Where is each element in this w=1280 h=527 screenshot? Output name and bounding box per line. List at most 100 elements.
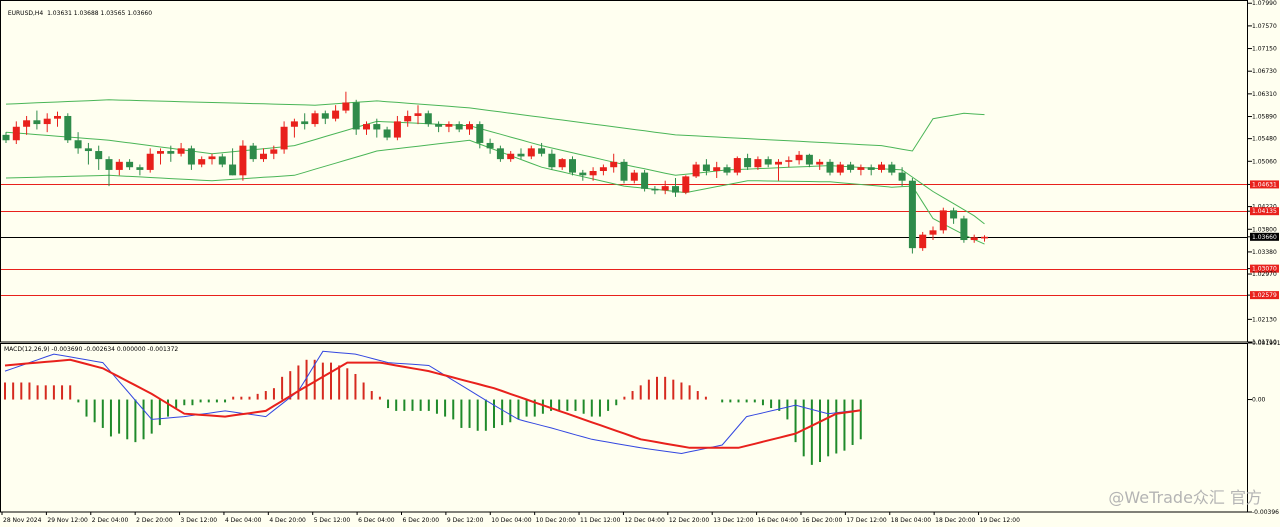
y-tick-label-17: 1.02130 — [1252, 316, 1277, 323]
candle-body-24 — [249, 145, 257, 160]
candle-body-12 — [126, 161, 134, 168]
candle-body-74 — [764, 159, 772, 165]
candle-body-58 — [599, 167, 607, 171]
candle-body-10 — [105, 159, 113, 170]
candle-body-95 — [981, 236, 988, 239]
x-tick-label-21: 18 Dec 20:00 — [935, 517, 976, 524]
candle-body-1 — [12, 126, 20, 141]
candle-body-33 — [342, 102, 350, 111]
candle-body-81 — [836, 164, 844, 173]
y-tick-label-12: 1.03660 — [1252, 234, 1277, 241]
candle-body-6 — [64, 115, 72, 141]
candle-body-56 — [579, 172, 587, 176]
candle-body-62 — [641, 172, 649, 189]
candle-body-53 — [548, 153, 556, 168]
candle-body-91 — [939, 210, 947, 231]
x-tick-label-17: 16 Dec 04:00 — [758, 517, 799, 524]
candle-body-63 — [651, 188, 659, 191]
candle-body-61 — [630, 172, 638, 181]
x-tick-label-8: 6 Dec 04:00 — [358, 517, 395, 524]
candle-body-88 — [908, 180, 916, 249]
candle-body-8 — [84, 148, 92, 152]
candle-body-37 — [383, 129, 391, 138]
x-tick-label-11: 10 Dec 04:00 — [491, 517, 532, 524]
symbol-header: EURUSD,H4 1.03631 1.03688 1.03565 1.0366… — [4, 3, 152, 17]
candle-body-50 — [517, 153, 525, 157]
y-tick-label-0: 1.07990 — [1252, 0, 1277, 7]
candle-body-14 — [146, 153, 154, 170]
candle-body-51 — [527, 148, 535, 157]
candle-body-89 — [919, 234, 927, 249]
y-tick-label-5: 1.05890 — [1252, 114, 1277, 121]
candle-body-7 — [74, 140, 82, 149]
x-tick-label-6: 4 Dec 20:00 — [269, 517, 306, 524]
candle-body-54 — [558, 159, 566, 168]
candle-body-19 — [198, 159, 206, 165]
candle-body-17 — [177, 148, 185, 154]
candle-body-27 — [280, 126, 288, 150]
x-tick-label-2: 2 Dec 04:00 — [92, 517, 129, 524]
candle-body-0 — [2, 134, 10, 141]
x-tick-label-13: 11 Dec 12:00 — [580, 517, 621, 524]
y-tick-label-3: 1.06730 — [1252, 68, 1277, 75]
y-tick-label-13: 1.03380 — [1252, 249, 1277, 256]
candle-body-20 — [208, 156, 216, 160]
candle-body-66 — [682, 176, 690, 193]
ohlc-values: 1.03631 1.03688 1.03565 1.03660 — [47, 10, 153, 17]
candle-body-80 — [826, 161, 834, 173]
y-tick-label-10: 1.04135 — [1252, 208, 1277, 215]
candle-body-16 — [167, 151, 175, 154]
trading-chart[interactable]: 1.07990 1.07570 1.07150 1.06730 1.06310 1.058… — [0, 0, 1280, 527]
candle-body-42 — [435, 124, 443, 127]
candle-body-44 — [455, 124, 463, 130]
x-tick-label-0: 28 Nov 2024 — [3, 517, 42, 524]
candle-body-47 — [486, 142, 494, 149]
candle-body-68 — [702, 164, 710, 171]
candle-body-31 — [321, 113, 329, 119]
candle-body-59 — [610, 161, 618, 168]
candle-body-49 — [507, 153, 515, 160]
candle-body-55 — [569, 159, 576, 173]
candle-body-34 — [352, 102, 360, 130]
x-tick-label-15: 12 Dec 20:00 — [669, 517, 710, 524]
candle-body-32 — [332, 110, 340, 119]
candle-body-90 — [929, 230, 937, 235]
x-tick-label-18: 16 Dec 20:00 — [802, 517, 843, 524]
candle-body-21 — [218, 156, 226, 165]
x-tick-label-19: 17 Dec 12:00 — [846, 517, 887, 524]
candle-body-64 — [661, 186, 669, 191]
candle-body-23 — [239, 145, 247, 176]
y-tick-label-2: 1.07150 — [1252, 46, 1277, 53]
candle-body-86 — [888, 164, 896, 173]
candle-body-71 — [733, 158, 741, 173]
candle-body-46 — [476, 124, 484, 143]
x-tick-label-4: 3 Dec 12:00 — [181, 517, 218, 524]
candle-body-30 — [311, 113, 319, 125]
candle-body-83 — [857, 167, 865, 170]
candle-body-65 — [672, 186, 679, 193]
candle-body-60 — [620, 161, 628, 181]
candle-body-48 — [496, 148, 504, 160]
candle-body-3 — [33, 120, 41, 125]
candle-body-70 — [723, 167, 731, 173]
y-tick-label-1: 1.07570 — [1252, 23, 1277, 30]
candle-body-29 — [301, 121, 309, 125]
x-tick-label-22: 19 Dec 12:00 — [980, 517, 1021, 524]
macd-y-tick-label-0: 0.001991 — [1252, 340, 1280, 347]
y-tick-label-8: 1.04631 — [1252, 181, 1277, 188]
candle-body-43 — [445, 124, 453, 127]
candle-body-78 — [805, 154, 813, 165]
candle-body-84 — [867, 167, 875, 170]
candle-body-92 — [950, 210, 958, 219]
candle-body-38 — [393, 121, 401, 138]
watermark: @WeTrade众汇 官方 — [1108, 488, 1262, 507]
candle-body-75 — [775, 161, 782, 165]
x-tick-label-14: 12 Dec 04:00 — [624, 517, 665, 524]
x-tick-label-7: 5 Dec 12:00 — [314, 517, 351, 524]
candle-body-35 — [363, 124, 370, 130]
candle-body-94 — [970, 237, 978, 241]
candle-body-15 — [157, 151, 164, 154]
candle-body-18 — [187, 148, 195, 165]
candle-body-67 — [692, 164, 700, 177]
y-tick-label-6: 1.05480 — [1252, 136, 1277, 143]
